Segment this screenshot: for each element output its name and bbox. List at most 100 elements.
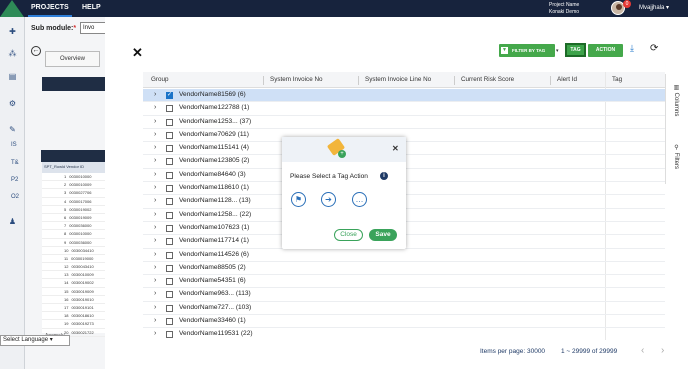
row-checkbox[interactable]: [166, 105, 173, 113]
chevron-right-icon[interactable]: ›: [154, 118, 156, 125]
arrow-right-icon[interactable]: ➔: [321, 192, 336, 207]
table-row[interactable]: › VendorName1253... (37): [143, 116, 665, 129]
row-group-label: VendorName118610 (1): [179, 184, 249, 192]
chevron-right-icon[interactable]: ›: [154, 157, 156, 164]
row-checkbox[interactable]: [166, 145, 173, 153]
table-row[interactable]: › VendorName88505 (2): [143, 262, 665, 276]
filter-dropdown-icon[interactable]: ▾: [556, 48, 559, 54]
row-checkbox[interactable]: [166, 318, 173, 326]
next-page-button[interactable]: ›: [661, 345, 664, 356]
chevron-right-icon[interactable]: ›: [154, 277, 156, 284]
row-group-label: VendorName70629 (11): [179, 130, 249, 138]
chevron-right-icon[interactable]: ›: [154, 304, 156, 311]
user-menu[interactable]: Mvajjhala ▾: [639, 4, 669, 11]
chevron-right-icon[interactable]: ›: [154, 237, 156, 244]
close-icon[interactable]: ✕: [132, 45, 143, 61]
row-checkbox[interactable]: [166, 224, 173, 232]
header-group[interactable]: Group: [151, 76, 169, 83]
chevron-right-icon[interactable]: ›: [154, 171, 156, 178]
row-checkbox[interactable]: [166, 158, 173, 166]
chevron-right-icon[interactable]: ›: [154, 290, 156, 297]
background-row-num: 8: [64, 231, 67, 237]
header-current-risk-score[interactable]: Current Risk Score: [461, 76, 514, 83]
row-checkbox[interactable]: [166, 304, 173, 312]
table-row[interactable]: › VendorName122788 (1): [143, 102, 665, 116]
action-button[interactable]: ACTION: [588, 44, 623, 57]
back-arrow-icon[interactable]: ←: [31, 46, 41, 56]
database-icon[interactable]: ▤: [8, 72, 17, 81]
edit-icon[interactable]: ✎: [8, 125, 17, 134]
group-icon[interactable]: ♟: [8, 217, 17, 226]
row-checkbox[interactable]: [166, 91, 173, 99]
sidebar-item-is[interactable]: IS: [11, 142, 17, 148]
chevron-right-icon[interactable]: ›: [154, 197, 156, 204]
chevron-right-icon[interactable]: ›: [154, 91, 156, 98]
row-checkbox[interactable]: [166, 264, 173, 272]
header-system-invoice-no[interactable]: System Invoice No: [270, 76, 323, 83]
row-checkbox[interactable]: [166, 171, 173, 179]
sidebar-item-o2[interactable]: O2: [11, 194, 19, 200]
row-checkbox[interactable]: [166, 185, 173, 193]
nav-help[interactable]: HELP: [82, 4, 101, 11]
chevron-right-icon[interactable]: ›: [154, 224, 156, 231]
table-row[interactable]: › VendorName114526 (6): [143, 249, 665, 262]
sidebar-item-p2[interactable]: P2: [11, 177, 18, 183]
row-checkbox[interactable]: [166, 131, 173, 139]
background-row: 10 0030034410: [42, 247, 105, 255]
notification-badge[interactable]: 0: [623, 0, 631, 8]
overview-tab[interactable]: Overview: [45, 51, 100, 67]
background-row-num: 19: [64, 321, 69, 327]
row-checkbox[interactable]: [166, 238, 173, 246]
download-icon[interactable]: ⤓: [630, 43, 634, 54]
save-button[interactable]: Save: [369, 229, 397, 241]
nav-projects[interactable]: PROJECTS: [31, 4, 69, 11]
background-row-vendor: 0030036000: [69, 223, 92, 229]
chevron-right-icon[interactable]: ›: [154, 251, 156, 258]
chevron-right-icon[interactable]: ›: [154, 264, 156, 271]
background-row: 14 0030019002: [42, 279, 105, 288]
table-row[interactable]: › VendorName33460 (1): [143, 315, 665, 329]
header-tag[interactable]: Tag: [612, 76, 622, 83]
flag-icon[interactable]: ⚑: [291, 192, 306, 207]
row-checkbox[interactable]: [166, 331, 173, 339]
table-row[interactable]: › VendorName727... (103): [143, 302, 665, 316]
header-alert-id[interactable]: Alert Id: [557, 76, 577, 83]
row-checkbox[interactable]: [166, 211, 173, 219]
chevron-right-icon[interactable]: ›: [154, 144, 156, 151]
info-icon[interactable]: i: [380, 172, 388, 180]
row-checkbox[interactable]: [166, 291, 173, 299]
refresh-icon[interactable]: ⟳: [650, 43, 658, 54]
dialog-close-icon[interactable]: ✕: [392, 144, 399, 153]
tag-button[interactable]: TAG: [565, 43, 586, 57]
row-checkbox[interactable]: [166, 251, 173, 259]
row-checkbox[interactable]: [166, 118, 173, 126]
items-per-page[interactable]: Items per page: 30000: [480, 348, 545, 355]
row-checkbox[interactable]: [166, 278, 173, 286]
top-nav-bar: [0, 0, 688, 17]
language-select[interactable]: Select Language ▾: [0, 335, 70, 346]
hierarchy-icon[interactable]: ⁂: [8, 49, 17, 58]
chevron-right-icon[interactable]: ›: [154, 317, 156, 324]
settings-icon[interactable]: ⚙: [8, 99, 17, 108]
chevron-right-icon[interactable]: ›: [154, 104, 156, 111]
close-button[interactable]: Close: [334, 229, 363, 241]
comment-icon[interactable]: …: [352, 192, 367, 207]
chevron-right-icon[interactable]: ›: [154, 131, 156, 138]
table-row[interactable]: › VendorName81569 (6): [143, 89, 665, 103]
filters-tab[interactable]: ⚲ Filters: [673, 144, 680, 169]
prev-page-button[interactable]: ‹: [641, 345, 644, 356]
chevron-right-icon[interactable]: ›: [154, 330, 156, 337]
row-group-label: VendorName123805 (2): [179, 157, 250, 165]
columns-tab[interactable]: ▥ Columns: [673, 84, 680, 116]
pin-icon[interactable]: ✚: [8, 27, 17, 36]
table-row[interactable]: › VendorName54351 (6): [143, 275, 665, 289]
table-row[interactable]: › VendorName119531 (22): [143, 328, 665, 340]
dialog-question: Please Select a Tag Action: [290, 173, 368, 180]
table-row[interactable]: › VendorName963... (113): [143, 288, 665, 302]
background-row-vendor: 0030010000: [69, 174, 92, 179]
chevron-right-icon[interactable]: ›: [154, 184, 156, 191]
row-checkbox[interactable]: [166, 198, 173, 206]
header-system-invoice-line-no[interactable]: System Invoice Line No: [365, 76, 431, 83]
sidebar-item-t[interactable]: T&: [11, 160, 19, 166]
chevron-right-icon[interactable]: ›: [154, 211, 156, 218]
